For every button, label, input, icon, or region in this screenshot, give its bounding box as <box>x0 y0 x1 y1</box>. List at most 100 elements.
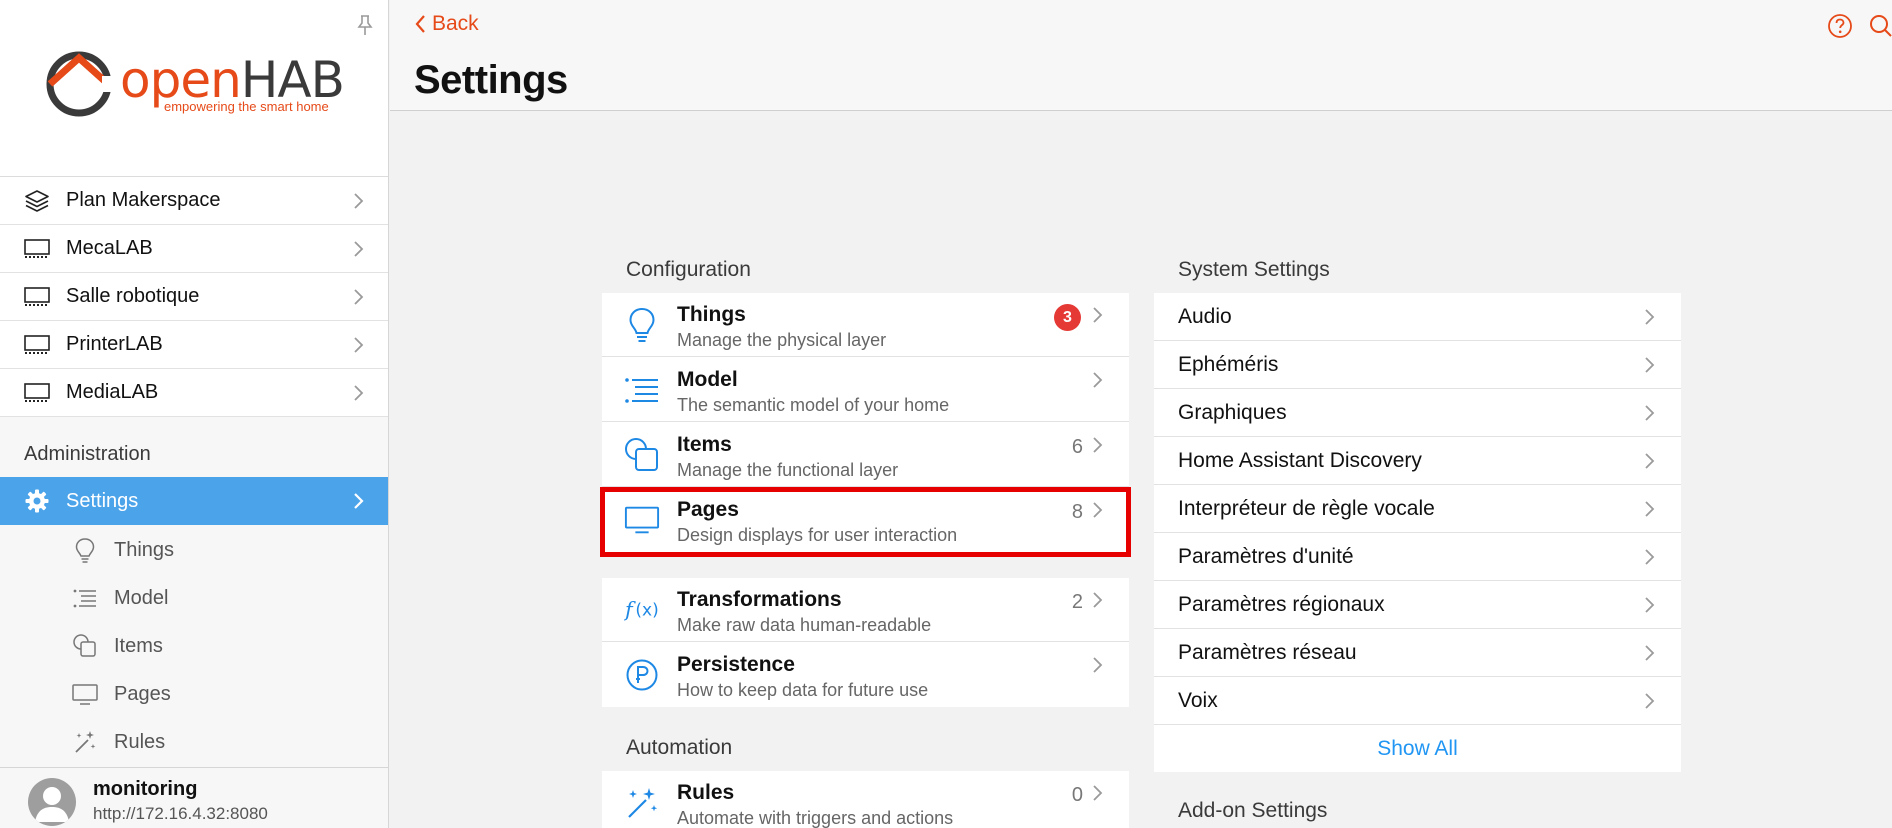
sidebar-subitem-label: Rules <box>114 730 166 753</box>
monitor-icon <box>70 679 100 709</box>
system-setting-ephemeris[interactable]: Ephéméris <box>1154 341 1681 389</box>
persistence-icon <box>624 657 660 693</box>
lightbulb-icon <box>624 307 660 343</box>
system-setting-label: Paramètres réseau <box>1178 640 1357 664</box>
config-item-subtitle: Manage the physical layer <box>677 330 887 350</box>
chevron-right-icon <box>1093 592 1103 608</box>
automation-item-title: Rules <box>677 781 735 804</box>
system-setting-interpreteur[interactable]: Interpréteur de règle vocale <box>1154 485 1681 533</box>
chevron-right-icon <box>1093 502 1103 518</box>
config-item-subtitle: The semantic model of your home <box>677 395 950 415</box>
system-setting-reseau[interactable]: Paramètres réseau <box>1154 629 1681 677</box>
config-item-things[interactable]: Things Manage the physical layer 3 <box>602 293 1129 357</box>
search-icon[interactable] <box>1867 13 1892 39</box>
sidebar-item-medialab[interactable]: MediaLAB <box>0 369 388 417</box>
svg-text:(x): (x) <box>635 601 658 621</box>
configuration-heading: Configuration <box>626 258 751 281</box>
chevron-right-icon <box>1645 693 1655 709</box>
sidebar-subitem-items[interactable]: Items <box>0 622 388 670</box>
automation-item-rules[interactable]: Rules Automate with triggers and actions… <box>602 771 1129 828</box>
config-item-title: Items <box>677 433 732 456</box>
automation-heading: Automation <box>626 736 733 759</box>
addon-settings-heading: Add-on Settings <box>1178 799 1328 822</box>
sidebar-item-printerlab[interactable]: PrinterLAB <box>0 321 388 369</box>
system-setting-label: Graphiques <box>1178 400 1287 424</box>
config-item-title: Pages <box>677 498 739 521</box>
list-icon <box>624 372 660 408</box>
monitor-icon <box>22 282 52 312</box>
chevron-right-icon <box>1093 437 1103 453</box>
config-item-title: Persistence <box>677 653 795 676</box>
monitor-icon <box>624 502 660 538</box>
chevron-right-icon <box>354 193 364 209</box>
chevron-right-icon <box>1093 372 1103 388</box>
system-setting-label: Home Assistant Discovery <box>1178 448 1422 472</box>
chevron-right-icon <box>1645 549 1655 565</box>
list-icon <box>70 583 100 613</box>
sidebar-item-plan-makerspace[interactable]: Plan Makerspace <box>0 177 388 225</box>
config-item-title: Model <box>677 368 738 391</box>
monitor-icon <box>22 234 52 264</box>
chevron-right-icon <box>354 385 364 401</box>
sidebar-item-salle-robotique[interactable]: Salle robotique <box>0 273 388 321</box>
openhab-logo-icon <box>46 51 114 117</box>
automation-card: Rules Automate with triggers and actions… <box>602 771 1129 828</box>
chevron-right-icon <box>354 493 364 509</box>
config-item-persistence[interactable]: Persistence How to keep data for future … <box>602 643 1129 707</box>
system-settings-heading: System Settings <box>1178 258 1330 281</box>
sidebar-subitem-rules[interactable]: Rules <box>0 718 388 766</box>
sidebar-item-label: Plan Makerspace <box>66 189 221 211</box>
config-item-model[interactable]: Model The semantic model of your home <box>602 358 1129 422</box>
chevron-right-icon <box>1645 309 1655 325</box>
sidebar-item-label: Salle robotique <box>66 285 200 307</box>
lightbulb-icon <box>70 535 100 565</box>
sidebar-item-label: MecaLAB <box>66 237 153 259</box>
server-url: http://172.16.4.32:8080 <box>93 804 268 823</box>
system-setting-regionaux[interactable]: Paramètres régionaux <box>1154 581 1681 629</box>
system-setting-graphiques[interactable]: Graphiques <box>1154 389 1681 437</box>
configuration-card: Things Manage the physical layer 3 Model… <box>602 293 1129 557</box>
main-content: Back Settings Configuration Things Manag… <box>390 0 1892 828</box>
system-setting-label: Paramètres régionaux <box>1178 592 1385 616</box>
chevron-right-icon <box>1645 501 1655 517</box>
config-item-subtitle: Manage the functional layer <box>677 460 899 480</box>
user-profile[interactable]: monitoring http://172.16.4.32:8080 <box>0 767 388 828</box>
chevron-right-icon <box>1645 597 1655 613</box>
chevron-right-icon <box>1645 405 1655 421</box>
sidebar-item-mecalab[interactable]: MecaLAB <box>0 225 388 273</box>
system-setting-label: Paramètres d'unité <box>1178 544 1354 568</box>
system-setting-unite[interactable]: Paramètres d'unité <box>1154 533 1681 581</box>
chevron-right-icon <box>354 241 364 257</box>
pages-count: 8 <box>1071 501 1083 523</box>
sidebar: openHAB empowering the smart home Plan M… <box>0 0 389 828</box>
system-setting-label: Interpréteur de règle vocale <box>1178 496 1435 520</box>
sidebar-subitem-label: Pages <box>114 682 171 705</box>
config-item-title: Transformations <box>677 588 842 611</box>
sidebar-subitem-pages[interactable]: Pages <box>0 670 388 718</box>
openhab-logo: openHAB empowering the smart home <box>46 48 346 120</box>
system-setting-home-assistant-discovery[interactable]: Home Assistant Discovery <box>1154 437 1681 485</box>
config-item-transformations[interactable]: ƒ (x) Transformations Make raw data human… <box>602 578 1129 642</box>
config-item-title: Things <box>677 303 746 326</box>
sidebar-item-settings[interactable]: Settings <box>0 477 388 525</box>
things-count-badge: 3 <box>1054 304 1081 331</box>
pin-icon[interactable] <box>354 14 376 36</box>
sidebar-subitem-things[interactable]: Things <box>0 526 388 574</box>
chevron-left-icon <box>415 15 425 33</box>
config-item-pages[interactable]: Pages Design displays for user interacti… <box>602 488 1129 552</box>
help-icon[interactable] <box>1827 13 1853 39</box>
sidebar-subitem-model[interactable]: Model <box>0 574 388 622</box>
back-label: Back <box>432 12 479 35</box>
system-setting-voix[interactable]: Voix <box>1154 677 1681 725</box>
configuration-card-2: ƒ (x) Transformations Make raw data human… <box>602 578 1129 707</box>
system-setting-audio[interactable]: Audio <box>1154 293 1681 341</box>
chevron-right-icon <box>354 289 364 305</box>
sidebar-item-label: MediaLAB <box>66 381 159 403</box>
svg-text:ƒ: ƒ <box>624 598 636 622</box>
config-item-items[interactable]: Items Manage the functional layer 6 <box>602 423 1129 487</box>
avatar <box>28 778 76 826</box>
sidebar-subitem-label: Things <box>114 538 175 561</box>
back-button[interactable]: Back <box>414 12 479 36</box>
administration-heading: Administration <box>24 443 151 465</box>
show-all-link[interactable]: Show All <box>1154 725 1681 773</box>
